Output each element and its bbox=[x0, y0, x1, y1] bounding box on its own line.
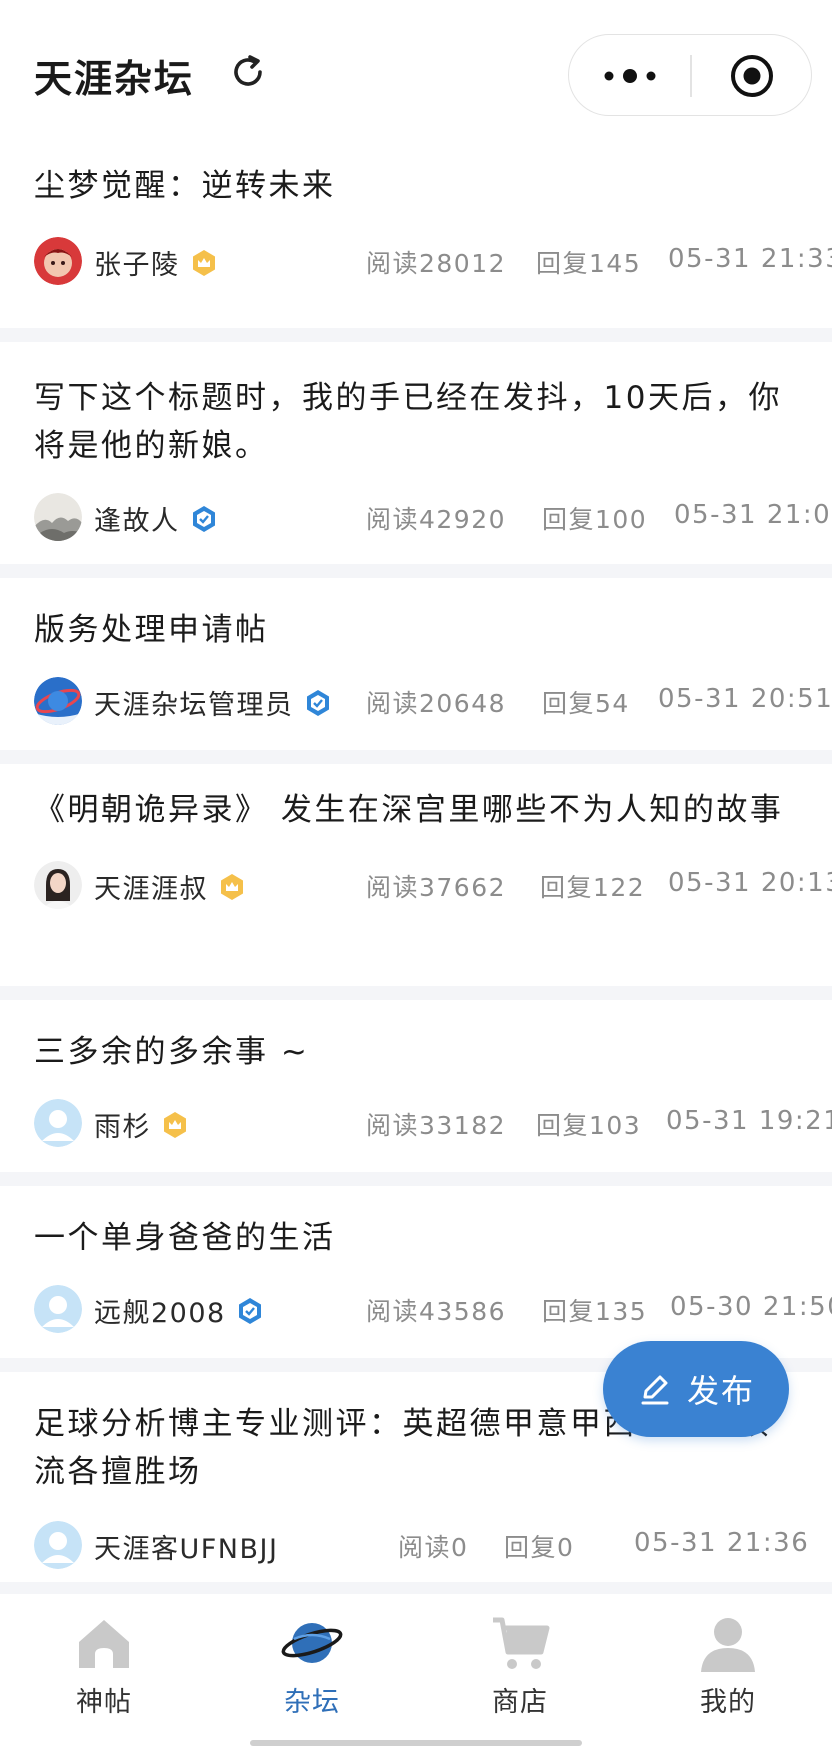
post-item[interactable]: 三多余的多余事 ~ 雨杉 阅读33182 回复103 05-31 19:21 bbox=[0, 1000, 832, 1172]
post-meta: 天涯杂坛管理员 阅读20648 回复54 05-31 20:51 bbox=[34, 672, 832, 728]
post-time: 05-30 21:50 bbox=[670, 1292, 832, 1322]
blue-badge-icon bbox=[238, 1297, 261, 1324]
post-item[interactable]: 版务处理申请帖 天涯杂坛管理员 阅读20648 回复54 05-31 20:51 bbox=[0, 578, 832, 750]
bottom-tab-bar: 神帖 杂坛 商店 我的 bbox=[0, 1594, 832, 1748]
tab-shop[interactable]: 商店 bbox=[450, 1612, 590, 1722]
target-icon[interactable] bbox=[729, 53, 775, 99]
post-meta: 天涯客UFNBJJ 阅读0 回复0 05-31 21:36 bbox=[34, 1516, 832, 1572]
avatar[interactable] bbox=[34, 237, 82, 285]
post-time: 05-31 20:13 bbox=[668, 868, 832, 898]
post-time: 05-31 21:33 bbox=[668, 244, 832, 274]
read-count: 阅读28012 bbox=[366, 249, 507, 278]
avatar[interactable] bbox=[34, 861, 82, 909]
author-label: 天涯涯叔 bbox=[94, 874, 208, 905]
avatar[interactable] bbox=[34, 1285, 82, 1333]
reply-count: 回复54 bbox=[542, 689, 630, 718]
author-name[interactable]: 雨杉 bbox=[94, 1105, 189, 1144]
refresh-icon[interactable] bbox=[228, 52, 268, 92]
avatar[interactable] bbox=[34, 1521, 82, 1569]
pen-icon bbox=[641, 1375, 669, 1405]
post-meta: 远舰2008 阅读43586 回复135 05-30 21:50 bbox=[34, 1280, 832, 1336]
read-count: 阅读33182 bbox=[366, 1111, 507, 1140]
blue-badge-icon bbox=[192, 505, 215, 532]
home-indicator bbox=[250, 1740, 582, 1746]
user-icon bbox=[701, 1618, 755, 1672]
reply-count: 回复145 bbox=[536, 249, 642, 278]
author-name[interactable]: 天涯杂坛管理员 bbox=[94, 683, 332, 722]
author-name[interactable]: 远舰2008 bbox=[94, 1291, 264, 1330]
avatar[interactable] bbox=[34, 677, 82, 725]
reply-count: 回复100 bbox=[542, 505, 648, 534]
author-name[interactable]: 逢故人 bbox=[94, 499, 218, 538]
author-name[interactable]: 张子陵 bbox=[94, 243, 218, 282]
home-icon bbox=[79, 1620, 129, 1668]
author-label: 张子陵 bbox=[94, 250, 180, 281]
post-item[interactable]: 一个单身爸爸的生活 远舰2008 阅读43586 回复135 05-30 21:… bbox=[0, 1186, 832, 1358]
gold-badge-icon bbox=[192, 249, 215, 276]
post-meta: 张子陵 阅读28012 回复145 05-31 21:33 bbox=[34, 232, 832, 288]
tab-profile[interactable]: 我的 bbox=[658, 1612, 798, 1722]
tab-label: 商店 bbox=[492, 1687, 548, 1718]
post-title[interactable]: 尘梦觉醒：逆转未来 bbox=[34, 162, 832, 210]
post-time: 05-31 21:36 bbox=[634, 1528, 810, 1558]
cart-icon bbox=[493, 1617, 550, 1669]
read-count: 阅读42920 bbox=[366, 505, 507, 534]
author-name[interactable]: 天涯涯叔 bbox=[94, 867, 246, 906]
post-title[interactable]: 《明朝诡异录》 发生在深宫里哪些不为人知的故事 bbox=[34, 786, 832, 834]
post-title[interactable]: 一个单身爸爸的生活 bbox=[34, 1214, 832, 1262]
avatar[interactable] bbox=[34, 493, 82, 541]
avatar[interactable] bbox=[34, 1099, 82, 1147]
read-count: 阅读37662 bbox=[366, 873, 507, 902]
tab-label: 杂坛 bbox=[284, 1687, 340, 1718]
tab-label: 神帖 bbox=[76, 1687, 132, 1718]
tab-home[interactable]: 神帖 bbox=[34, 1612, 174, 1722]
author-label: 天涯客UFNBJJ bbox=[94, 1534, 279, 1565]
publish-button[interactable]: 发布 bbox=[603, 1341, 789, 1437]
post-meta: 天涯涯叔 阅读37662 回复122 05-31 20:13 bbox=[34, 856, 832, 912]
read-count: 阅读0 bbox=[398, 1533, 469, 1562]
app-header: 天涯杂坛 bbox=[0, 0, 832, 138]
post-meta: 雨杉 阅读33182 回复103 05-31 19:21 bbox=[34, 1094, 832, 1150]
author-label: 雨杉 bbox=[94, 1112, 151, 1143]
post-time: 05-31 20:51 bbox=[658, 684, 832, 714]
more-dots-icon[interactable] bbox=[599, 61, 661, 91]
author-label: 远舰2008 bbox=[94, 1298, 226, 1329]
post-meta: 逢故人 阅读42920 回复100 05-31 21:02 bbox=[34, 488, 832, 544]
publish-label: 发布 bbox=[686, 1372, 755, 1410]
reply-count: 回复103 bbox=[536, 1111, 642, 1140]
tab-forum[interactable]: 杂坛 bbox=[242, 1612, 382, 1722]
reply-count: 回复135 bbox=[542, 1297, 648, 1326]
reply-count: 回复0 bbox=[504, 1533, 575, 1562]
mini-program-capsule bbox=[568, 34, 812, 116]
page-title: 天涯杂坛 bbox=[34, 57, 195, 101]
tab-label: 我的 bbox=[700, 1687, 756, 1718]
post-time: 05-31 21:02 bbox=[674, 500, 832, 530]
planet-icon bbox=[281, 1623, 343, 1663]
gold-badge-icon bbox=[164, 1111, 186, 1138]
post-item[interactable]: 《明朝诡异录》 发生在深宫里哪些不为人知的故事 天涯涯叔 阅读37662 回复1… bbox=[0, 764, 832, 986]
post-time: 05-31 19:21 bbox=[666, 1106, 832, 1136]
read-count: 阅读20648 bbox=[366, 689, 507, 718]
author-label: 逢故人 bbox=[94, 506, 180, 537]
reply-count: 回复122 bbox=[540, 873, 646, 902]
author-label: 天涯杂坛管理员 bbox=[94, 690, 294, 721]
post-title[interactable]: 三多余的多余事 ~ bbox=[34, 1028, 832, 1076]
post-item[interactable]: 写下这个标题时，我的手已经在发抖，10天后，你将是他的新娘。 逢故人 阅读429… bbox=[0, 342, 832, 564]
gold-badge-icon bbox=[221, 873, 243, 900]
post-title[interactable]: 版务处理申请帖 bbox=[34, 606, 832, 654]
read-count: 阅读43586 bbox=[366, 1297, 507, 1326]
capsule-divider bbox=[690, 55, 692, 97]
post-item[interactable]: 尘梦觉醒：逆转未来 张子陵 阅读28012 回复145 05-31 21:33 bbox=[0, 138, 832, 328]
blue-badge-icon bbox=[306, 689, 329, 716]
post-title[interactable]: 写下这个标题时，我的手已经在发抖，10天后，你将是他的新娘。 bbox=[34, 374, 832, 470]
author-name[interactable]: 天涯客UFNBJJ bbox=[94, 1527, 278, 1566]
